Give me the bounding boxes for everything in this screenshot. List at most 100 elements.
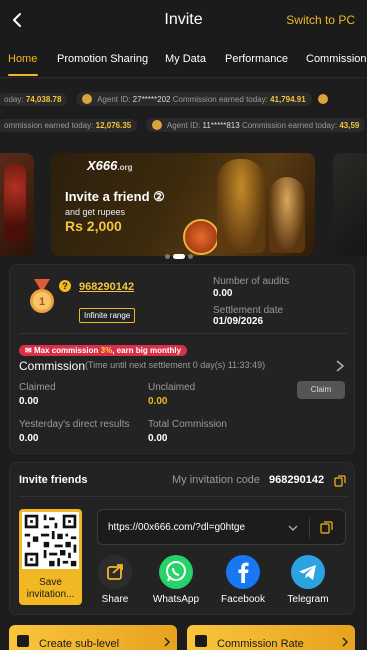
yesterday-results-label: Yesterday's direct results xyxy=(19,419,130,430)
ticker-label: Commission earned today: xyxy=(241,121,338,130)
facebook-share-button[interactable]: Facebook xyxy=(213,555,273,605)
banner-king-image xyxy=(217,159,265,253)
total-commission-value: 0.00 xyxy=(148,433,168,444)
brand-logo-suffix: .org xyxy=(117,163,133,172)
ticker-value: 41,794.91 xyxy=(270,95,306,104)
share-icon xyxy=(98,555,132,589)
ticker-agent-id: 11*****813 xyxy=(202,121,240,130)
unclaimed-label: Unclaimed xyxy=(148,382,196,393)
commission-title: Commission xyxy=(19,359,86,373)
banner-amount: Rs 2,000 xyxy=(65,218,122,234)
claimed-label: Claimed xyxy=(19,382,56,393)
commission-rate-label: Commission Rate xyxy=(217,638,304,650)
save-invitation-label: Save invitation... xyxy=(26,577,75,600)
claimed-value: 0.00 xyxy=(19,396,39,407)
settlement-date-value: 01/09/2026 xyxy=(213,316,264,327)
tab-home[interactable]: Home xyxy=(8,53,37,65)
total-commission-label: Total Commission xyxy=(148,419,227,430)
carousel-dot-active[interactable] xyxy=(173,254,185,259)
banner-slide-previous[interactable] xyxy=(0,153,34,256)
ticker-label: ommission earned today: xyxy=(4,121,94,130)
ticker-value: 43,59 xyxy=(339,121,360,130)
range-badge: Infinite range xyxy=(79,308,136,323)
earnings-ticker-1: oday: 74,038.78 Agent ID: 27*****202 Com… xyxy=(0,87,367,109)
share-button[interactable]: Share xyxy=(85,555,145,605)
divider xyxy=(19,496,347,497)
commission-rate-button[interactable]: Commission Rate xyxy=(187,625,355,650)
ticker-item: Agent ID: 11*****813 Commission earned t… xyxy=(146,118,366,132)
carousel-dot[interactable] xyxy=(165,254,170,259)
carousel-dots xyxy=(165,246,196,264)
brand-logo-text: X666 xyxy=(87,158,118,173)
tab-promotion-sharing[interactable]: Promotion Sharing xyxy=(57,53,148,65)
create-sublevel-label: Create sub-level xyxy=(39,638,120,650)
promo-banner[interactable]: X666.org Invite a friend ② and get rupee… xyxy=(51,153,315,256)
chevron-right-icon xyxy=(342,637,348,647)
medal-icon xyxy=(318,94,329,104)
promo-text: , earn big monthly xyxy=(112,346,182,355)
chevron-right-icon xyxy=(164,637,170,647)
max-commission-badge: ✉ Max commission 3%, earn big monthly xyxy=(19,345,188,356)
banner-queen-image xyxy=(269,177,305,253)
yesterday-results-value: 0.00 xyxy=(19,433,39,444)
user-add-icon xyxy=(17,635,29,647)
divider xyxy=(309,518,310,538)
telegram-share-button[interactable]: Telegram xyxy=(278,555,338,605)
settlement-countdown: (Time until next settlement 0 day(s) 11:… xyxy=(85,360,266,370)
banner-slide-next[interactable] xyxy=(333,153,367,256)
ticker-label: oday: xyxy=(4,95,24,104)
invitation-url: https://00x666.com/?dl=g0htge xyxy=(108,522,246,533)
audits-value: 0.00 xyxy=(213,288,233,299)
banner-character-image xyxy=(4,163,26,243)
tab-commission[interactable]: Commission xyxy=(306,53,367,65)
active-tab-indicator xyxy=(8,74,38,76)
tab-my-data[interactable]: My Data xyxy=(165,53,206,65)
chevron-down-icon[interactable] xyxy=(288,523,298,533)
claim-button[interactable]: Claim xyxy=(297,381,345,399)
qr-code-image xyxy=(22,512,79,569)
carousel-dot[interactable] xyxy=(188,254,193,259)
invitation-code-value: 968290142 xyxy=(269,474,325,486)
unclaimed-value: 0.00 xyxy=(148,396,168,407)
user-id-link[interactable]: 968290142 xyxy=(79,281,134,293)
top-bar: Invite Switch to PC xyxy=(0,0,367,40)
earnings-ticker-2: ommission earned today: 12,076.35 Agent … xyxy=(0,113,367,135)
invite-friends-title: Invite friends xyxy=(19,474,88,486)
create-sublevel-button[interactable]: Create sub-level xyxy=(9,625,177,650)
medal-icon xyxy=(82,94,93,104)
audits-label: Number of audits xyxy=(213,276,290,287)
copy-code-icon[interactable] xyxy=(334,475,346,487)
invitation-code-label: My invitation code xyxy=(172,474,261,486)
rate-icon xyxy=(195,635,207,647)
facebook-icon xyxy=(226,555,260,589)
ticker-item: ommission earned today: 12,076.35 xyxy=(0,119,138,132)
telegram-icon xyxy=(291,555,325,589)
whatsapp-share-button[interactable]: WhatsApp xyxy=(146,555,206,605)
facebook-label: Facebook xyxy=(221,594,265,605)
whatsapp-label: WhatsApp xyxy=(152,594,200,605)
tab-performance[interactable]: Performance xyxy=(225,53,288,65)
ticker-item: Agent ID: 27*****202 Commission earned t… xyxy=(76,92,312,106)
help-icon[interactable]: ? xyxy=(59,280,71,292)
invitation-url-field[interactable]: https://00x666.com/?dl=g0htge xyxy=(97,509,346,545)
brand-logo: X666.org xyxy=(87,158,132,173)
save-invitation-button[interactable]: Save invitation... xyxy=(19,509,82,605)
invite-page: Invite Switch to PC Home Promotion Shari… xyxy=(0,0,367,650)
settlement-date-label: Settlement date xyxy=(213,305,284,316)
ticker-label: Agent ID: xyxy=(97,95,131,104)
chevron-right-icon[interactable] xyxy=(335,359,345,373)
promo-highlight: 3% xyxy=(100,346,113,355)
ticker-item: oday: 74,038.78 xyxy=(0,93,68,106)
share-label: Share xyxy=(101,594,129,605)
banner-headline: Invite a friend ② xyxy=(65,189,165,204)
promo-text: Max commission xyxy=(33,346,101,355)
svg-text:1: 1 xyxy=(39,296,45,308)
invite-friends-card: Invite friends My invitation code 968290… xyxy=(9,462,355,615)
ticker-value: 74,038.78 xyxy=(25,95,62,104)
divider xyxy=(19,333,347,334)
megaphone-icon: ✉ xyxy=(25,346,32,355)
ticker-label: Commission earned today: xyxy=(172,95,268,104)
whatsapp-icon xyxy=(159,555,193,589)
switch-to-pc-link[interactable]: Switch to PC xyxy=(286,13,355,27)
copy-url-icon[interactable] xyxy=(320,521,333,534)
